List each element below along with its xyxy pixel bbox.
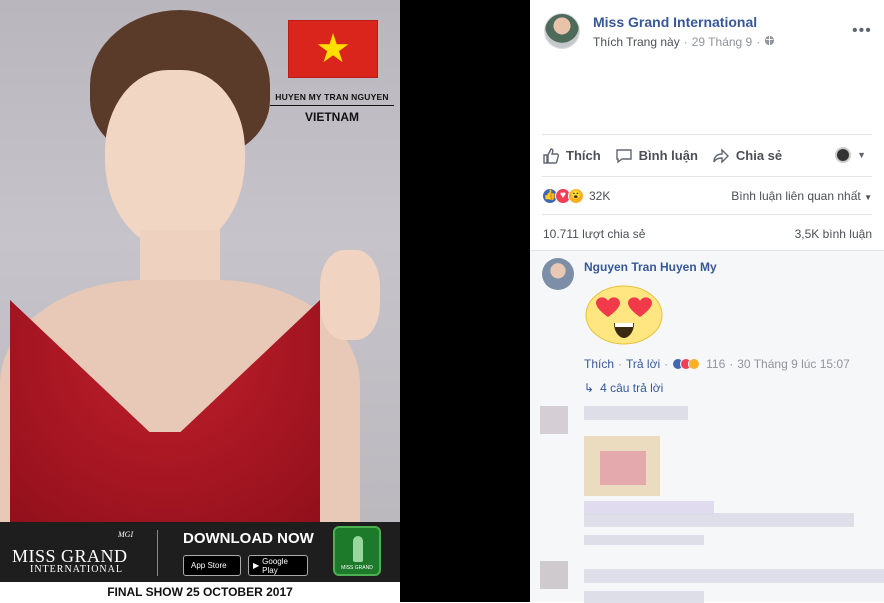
comment-icon <box>615 148 632 163</box>
comment-meta: Thích · Trả lời · 116 · 30 Tháng 9 lúc 1… <box>584 357 850 371</box>
sort-caret-icon: ▼ <box>864 193 872 202</box>
contestant-country: VIETNAM <box>305 110 359 124</box>
like-page-link[interactable]: Thích Trang này <box>593 35 680 49</box>
blurred-avatar-2 <box>540 561 568 589</box>
logo-badge: MGI <box>118 530 134 539</box>
blurred-avatar <box>540 406 568 434</box>
photo-face <box>105 70 245 250</box>
reply-arrow-icon: ↳ <box>584 381 595 395</box>
flag-star-icon: ★ <box>315 27 351 71</box>
comment-reply-link[interactable]: Trả lời <box>626 357 660 371</box>
viewer-avatar <box>835 147 852 163</box>
action-bar: Thích Bình luận Chia sẻ ▼ <box>542 134 872 176</box>
final-show-text: FINAL SHOW 25 OCTOBER 2017 <box>0 582 400 602</box>
view-replies-link[interactable]: ↳ 4 câu trả lời <box>584 381 663 395</box>
reactions-summary: 👍 ♥ 😮 32K Bình luận liên quan nhất ▼ <box>542 176 872 214</box>
play-icon: ▶ <box>253 561 260 570</box>
comment-sort-dropdown[interactable]: Bình luận liên quan nhất ▼ <box>731 189 872 203</box>
contestant-label: HUYEN MY TRAN NGUYEN VIETNAM <box>270 92 394 124</box>
photo-viewer-background <box>400 0 530 602</box>
globe-icon <box>764 35 775 49</box>
wow-reaction-icon[interactable]: 😮 <box>568 187 584 204</box>
blurred-text-2 <box>584 569 884 583</box>
post-photo[interactable]: ★ HUYEN MY TRAN NGUYEN VIETNAM MGI MISS … <box>0 0 400 602</box>
page-avatar[interactable] <box>544 13 580 49</box>
promo-banner: MGI MISS GRAND INTERNATIONAL DOWNLOAD NO… <box>0 522 400 582</box>
share-button[interactable]: Chia sẻ <box>712 147 782 165</box>
comment-like-link[interactable]: Thích <box>584 357 614 371</box>
reaction-count[interactable]: 32K <box>589 189 610 203</box>
app-icon: MISS GRAND <box>333 526 381 576</box>
download-now-text: DOWNLOAD NOW <box>183 530 314 547</box>
comment-timestamp[interactable]: 30 Tháng 9 lúc 15:07 <box>737 357 850 371</box>
logo-line2: INTERNATIONAL <box>30 564 123 575</box>
post-date-link[interactable]: 29 Tháng 9 <box>692 35 753 49</box>
page-name-link[interactable]: Miss Grand International <box>593 14 757 30</box>
comment-button[interactable]: Bình luận <box>615 147 698 165</box>
heart-eyes-sticker-icon <box>585 285 663 345</box>
post-meta: Thích Trang này · 29 Tháng 9 · <box>593 35 775 49</box>
caret-down-icon: ▼ <box>857 150 866 160</box>
blurred-name <box>584 406 688 420</box>
share-arrow-icon <box>713 147 729 164</box>
comment-reactions[interactable] <box>672 358 701 370</box>
app-store-badge: App Store <box>183 555 241 576</box>
post-sidebar: Miss Grand International Thích Trang này… <box>530 0 884 603</box>
thumbs-up-icon <box>543 147 560 164</box>
mini-haha-icon <box>688 358 701 370</box>
blurred-replies <box>584 535 704 545</box>
comment-count-link[interactable]: 3,5K bình luận <box>795 227 872 241</box>
blurred-text-3 <box>584 591 704 603</box>
banner-divider <box>157 530 158 576</box>
like-button[interactable]: Thích <box>542 147 601 165</box>
contestant-name: HUYEN MY TRAN NGUYEN <box>270 92 394 106</box>
google-play-badge: ▶ Google Play <box>248 555 308 576</box>
post-as-selector[interactable]: ▼ <box>835 147 866 163</box>
vietnam-flag: ★ <box>288 20 378 78</box>
commenter-avatar[interactable] <box>542 258 574 290</box>
comments-section: Nguyen Tran Huyen My Thích · Trả lời · 1… <box>530 250 884 603</box>
more-options-icon[interactable]: ••• <box>852 22 872 40</box>
app-mark-icon <box>353 536 363 562</box>
post-stats: 10.711 lượt chia sẻ 3,5K bình luận <box>542 214 872 250</box>
blurred-sticker-detail <box>600 451 646 485</box>
photo-hand <box>320 250 380 340</box>
comment-author-link[interactable]: Nguyen Tran Huyen My <box>584 260 717 274</box>
share-count-link[interactable]: 10.711 lượt chia sẻ <box>543 227 645 241</box>
blurred-meta-line <box>584 513 854 527</box>
comment-reaction-count[interactable]: 116 <box>706 357 725 371</box>
